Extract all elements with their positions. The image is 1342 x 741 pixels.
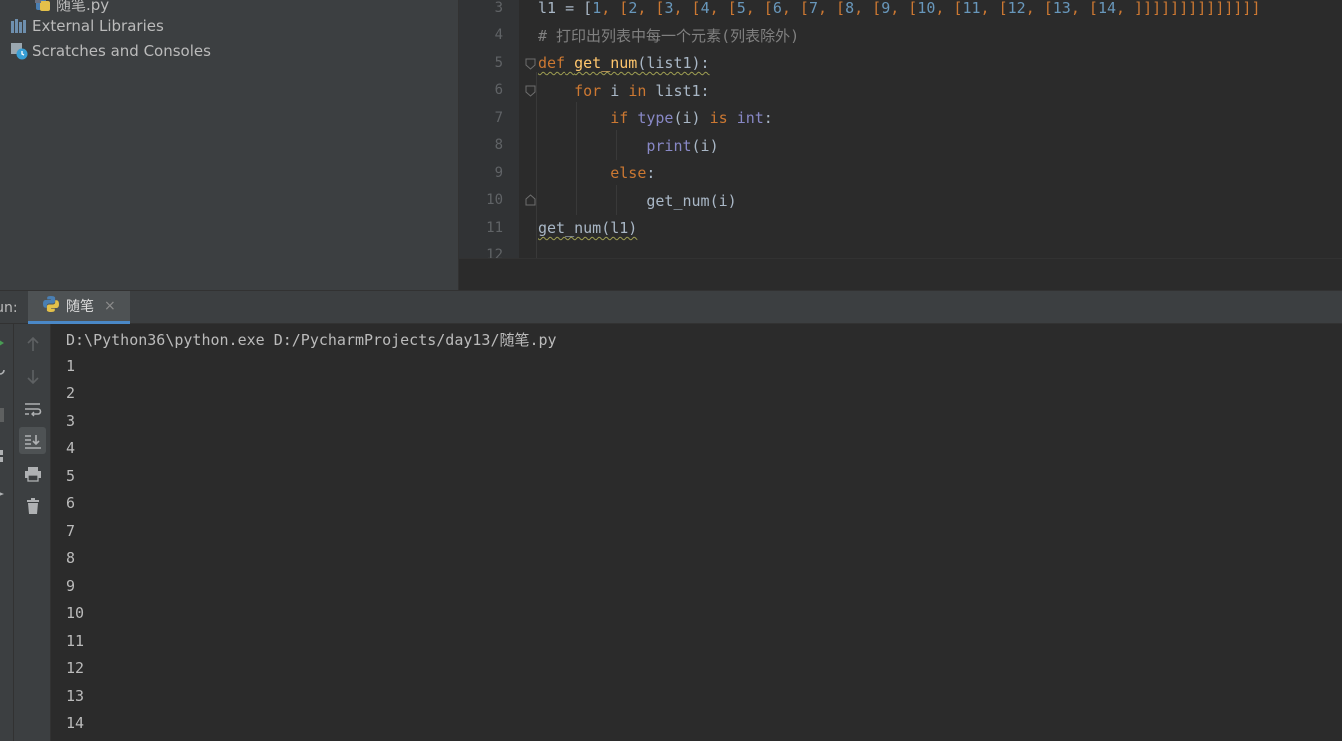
line-number: 6 [494,82,503,98]
tree-item-external-libraries-label: External Libraries [32,17,164,35]
fold-icon[interactable] [525,85,536,97]
console-output-line: 4 [66,439,76,457]
line-number-gutter: 3 4 5 6 7 8 9 10 11 12 [459,0,519,290]
fold-end-icon[interactable] [525,194,536,206]
line-number: 8 [494,137,503,153]
console-output-line: 2 [66,384,76,402]
console-output-line: 13 [66,687,85,705]
console-command-line: D:\Python36\python.exe D:/PycharmProject… [66,331,557,349]
run-console-output[interactable]: D:\Python36\python.exe D:/PycharmProject… [51,324,1342,741]
fold-icon[interactable] [525,58,536,70]
tree-item-scratches-label: Scratches and Consoles [32,42,211,60]
console-output-line: 3 [66,412,76,430]
pin-icon[interactable] [0,488,6,500]
code-line-6: for i in list1: [574,82,710,100]
code-line-7: if type(i) is int: [610,109,773,127]
console-output-line: 9 [66,577,76,595]
run-label: Run: [0,300,18,316]
code-line-8: print(i) [646,137,719,155]
line-number: 7 [494,110,503,126]
scroll-to-end-icon[interactable] [19,427,46,454]
library-icon [10,17,28,35]
console-toolbar [14,324,51,741]
tree-item-external-libraries[interactable]: External Libraries [10,14,164,38]
line-number: 11 [486,220,503,236]
line-number: 3 [494,0,503,16]
code-line-4: # 打印出列表中每一个元素(列表除外) [538,27,800,45]
line-number: 5 [494,55,503,71]
code-editor[interactable]: 3 4 5 6 7 8 9 10 11 12 l1 = [1, [2, [3, … [459,0,1342,290]
tree-item-scratches[interactable]: Scratches and Consoles [10,39,211,63]
soft-wrap-icon[interactable] [19,395,46,422]
code-line-9: else: [610,164,656,182]
line-number: 4 [494,27,503,43]
tab-run-config[interactable]: 随笔 × [28,291,130,324]
scratches-icon [10,42,28,60]
code-line-5: def get_num(list1): [538,54,710,72]
project-tree-panel: 随笔.py External Libraries Scratches and C… [0,0,458,290]
python-file-icon [34,0,52,13]
console-output-line: 7 [66,522,76,540]
code-line-3: l1 = [1, [2, [3, [4, [5, [6, [7, [8, [9,… [538,0,1261,17]
editor-empty-area [459,259,1342,290]
tree-item-file-label: 随笔.py [56,0,110,14]
console-output-line: 12 [66,659,85,677]
print-icon[interactable] [19,460,46,487]
code-line-11: get_num(l1) [538,219,638,237]
rerun-icon[interactable] [0,338,6,348]
line-number: 10 [486,192,503,208]
trash-icon[interactable] [19,492,46,519]
console-output-line: 8 [66,549,76,567]
console-output-line: 10 [66,604,85,622]
python-icon [42,295,60,317]
refresh-icon[interactable] [0,364,6,376]
console-output-line: 11 [66,632,85,650]
run-controls-strip [0,324,14,741]
arrow-up-icon[interactable] [19,330,46,357]
run-tool-window-header: Run: 随笔 × [0,290,1342,324]
console-output-line: 14 [66,714,85,732]
arrow-down-icon[interactable] [19,363,46,390]
layout-icon[interactable] [0,450,4,462]
console-output-line: 1 [66,357,76,375]
stop-icon[interactable] [0,408,4,422]
indent-guide [536,72,537,258]
tab-run-config-label: 随笔 [66,299,94,315]
console-output-line: 6 [66,494,76,512]
code-line-10: get_num(i) [646,192,737,210]
line-number: 9 [494,165,503,181]
console-output-line: 5 [66,467,76,485]
close-icon[interactable]: × [104,298,116,314]
